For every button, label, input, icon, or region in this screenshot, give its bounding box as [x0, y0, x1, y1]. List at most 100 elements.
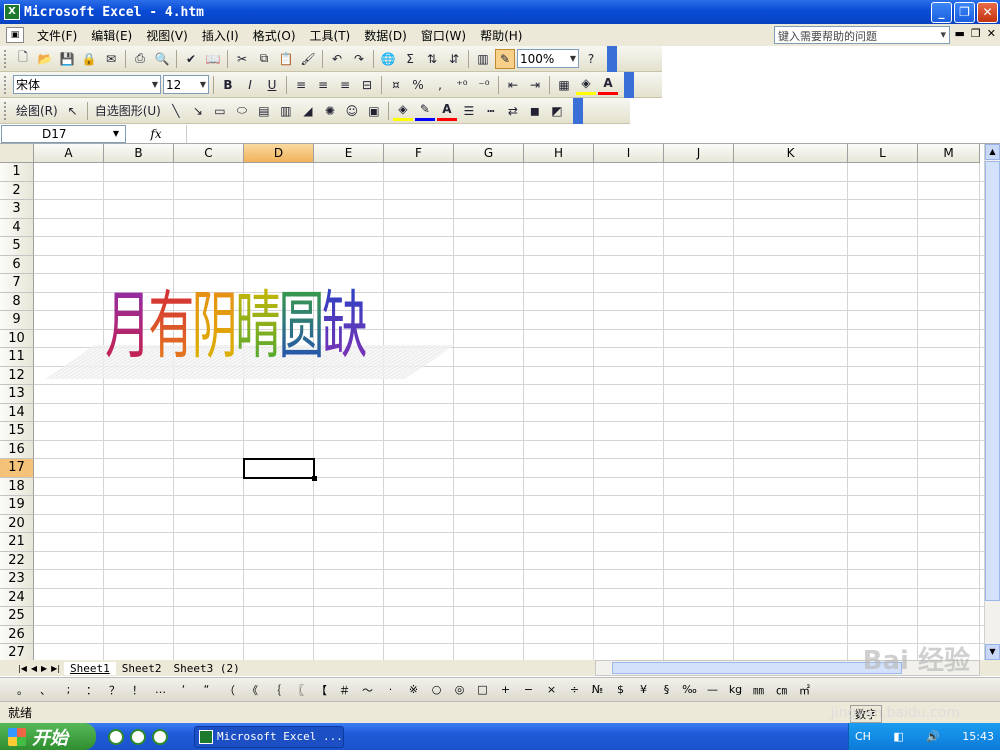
hyperlink-icon[interactable]: 🌐	[378, 49, 398, 69]
row-header-8[interactable]: 8	[0, 292, 34, 311]
line-color-icon[interactable]: ✎	[414, 101, 435, 121]
symbol-button[interactable]: ㎝	[771, 682, 792, 698]
chart-wizard-icon[interactable]: ▥	[473, 49, 493, 69]
decrease-indent-icon[interactable]: ⇤	[503, 75, 523, 95]
rectangle-icon[interactable]: ▭	[210, 101, 230, 121]
row-header-20[interactable]: 20	[0, 514, 34, 533]
row-header-25[interactable]: 25	[0, 607, 34, 626]
font-color-icon[interactable]: A	[436, 101, 457, 121]
menu-edit[interactable]: 编辑(E)	[84, 27, 139, 44]
symbol-button[interactable]: −	[518, 683, 539, 696]
align-center-icon[interactable]: ≡	[313, 75, 333, 95]
clip-art-icon[interactable]: ☺	[342, 101, 362, 121]
select-objects-icon[interactable]: ↖	[63, 101, 83, 121]
oval-icon[interactable]: ⬭	[232, 101, 252, 121]
dash-style-icon[interactable]: ┅	[481, 101, 501, 121]
decrease-decimal-icon[interactable]: ⁻⁰	[474, 75, 494, 95]
symbol-button[interactable]: ※	[403, 683, 424, 696]
row-header-26[interactable]: 26	[0, 625, 34, 644]
restore-button[interactable]: ❐	[954, 2, 975, 23]
help-question-box[interactable]: 键入需要帮助的问题 ▾	[774, 26, 950, 44]
row-header-16[interactable]: 16	[0, 440, 34, 459]
symbol-button[interactable]: （	[219, 682, 240, 698]
column-header-j[interactable]: J	[664, 144, 734, 163]
column-header-f[interactable]: F	[384, 144, 454, 163]
symbol-button[interactable]: ÷	[564, 683, 585, 696]
vertical-text-box-icon[interactable]: ▥	[276, 101, 296, 121]
last-sheet-icon[interactable]: ▶|	[51, 664, 60, 673]
fill-color-icon[interactable]: ◈	[392, 101, 413, 121]
row-header-17[interactable]: 17	[0, 459, 34, 478]
text-box-icon[interactable]: ▤	[254, 101, 274, 121]
sheet-tab-1[interactable]: Sheet1	[64, 661, 116, 675]
doc-minimize-button[interactable]: ▬	[955, 27, 965, 40]
symbol-button[interactable]: +	[495, 683, 516, 696]
chevron-down-icon[interactable]: ▼	[152, 80, 158, 89]
row-header-27[interactable]: 27	[0, 644, 34, 660]
autosum-icon[interactable]: Σ	[400, 49, 420, 69]
tray-icon[interactable]: ◧	[893, 730, 903, 743]
symbol-button[interactable]: ◎	[449, 683, 470, 696]
open-icon[interactable]: 📂	[35, 49, 55, 69]
symbol-button[interactable]: □	[472, 683, 493, 696]
font-name-combo[interactable]: 宋体 ▼	[13, 75, 161, 94]
zoom-combo[interactable]: 100% ▼	[517, 49, 579, 68]
draw-menu-button[interactable]: 绘图(R)	[13, 101, 61, 121]
symbol-button[interactable]: ‰	[679, 683, 700, 696]
name-box[interactable]: D17 ▼	[1, 124, 126, 143]
row-header-1[interactable]: 1	[0, 163, 34, 182]
column-header-e[interactable]: E	[314, 144, 384, 163]
row-header-13[interactable]: 13	[0, 385, 34, 404]
currency-icon[interactable]: ¤	[386, 75, 406, 95]
symbol-button[interactable]: 《	[242, 682, 263, 698]
column-header-a[interactable]: A	[34, 144, 104, 163]
chevron-down-icon[interactable]: ▾	[940, 28, 946, 42]
symbol-button[interactable]: ×	[541, 683, 562, 696]
symbol-button[interactable]: ;	[58, 683, 79, 696]
row-header-4[interactable]: 4	[0, 218, 34, 237]
new-icon[interactable]: 🗋	[13, 49, 33, 69]
borders-icon[interactable]: ▦	[554, 75, 574, 95]
wordart-icon[interactable]: ◢	[298, 101, 318, 121]
start-button[interactable]: 开始	[0, 723, 96, 750]
underline-button[interactable]: U	[262, 75, 282, 95]
menu-format[interactable]: 格式(O)	[246, 27, 303, 44]
row-header-22[interactable]: 22	[0, 551, 34, 570]
column-header-i[interactable]: I	[594, 144, 664, 163]
column-header-b[interactable]: B	[104, 144, 174, 163]
chevron-down-icon[interactable]: ▼	[113, 129, 119, 138]
symbol-button[interactable]: §	[656, 683, 677, 696]
scroll-down-icon[interactable]: ▼	[985, 644, 1000, 660]
symbol-button[interactable]: ｛	[265, 682, 286, 698]
symbol-button[interactable]: —	[702, 683, 723, 696]
align-left-icon[interactable]: ≡	[291, 75, 311, 95]
print-icon[interactable]: ⎙	[130, 49, 150, 69]
worksheet-grid[interactable]: A B C D E F G H I J K L M 1 2 3 4 5 6 7 8 9 10 11 12 13 14 15 16 17 18…	[0, 144, 984, 660]
symbol-button[interactable]: ○	[426, 683, 447, 696]
symbol-button[interactable]: 〖	[288, 682, 309, 698]
sheet-tab-3[interactable]: Sheet3 (2)	[168, 662, 246, 675]
symbol-button[interactable]: ：	[81, 682, 102, 698]
diagram-icon[interactable]: ✺	[320, 101, 340, 121]
increase-indent-icon[interactable]: ⇥	[525, 75, 545, 95]
increase-decimal-icon[interactable]: ⁺⁰	[452, 75, 472, 95]
bold-button[interactable]: B	[218, 75, 238, 95]
picture-icon[interactable]: ▣	[364, 101, 384, 121]
shadow-style-icon[interactable]: ◼	[525, 101, 545, 121]
menu-insert[interactable]: 插入(I)	[195, 27, 246, 44]
row-header-6[interactable]: 6	[0, 255, 34, 274]
quicklaunch-icon[interactable]	[152, 728, 168, 745]
menu-help[interactable]: 帮助(H)	[473, 27, 529, 44]
vertical-scroll-thumb[interactable]	[985, 161, 1000, 601]
horizontal-scroll-thumb[interactable]	[612, 662, 902, 674]
cut-icon[interactable]: ✂	[232, 49, 252, 69]
spelling-icon[interactable]: ✔	[181, 49, 201, 69]
chevron-down-icon[interactable]: ▼	[200, 80, 206, 89]
row-header-24[interactable]: 24	[0, 588, 34, 607]
row-header-18[interactable]: 18	[0, 477, 34, 496]
column-header-d[interactable]: D	[244, 144, 314, 163]
comma-button[interactable]: ,	[430, 75, 450, 95]
toolbar-grip[interactable]	[4, 75, 8, 94]
row-header-7[interactable]: 7	[0, 274, 34, 293]
font-color-icon[interactable]: A	[598, 75, 618, 95]
